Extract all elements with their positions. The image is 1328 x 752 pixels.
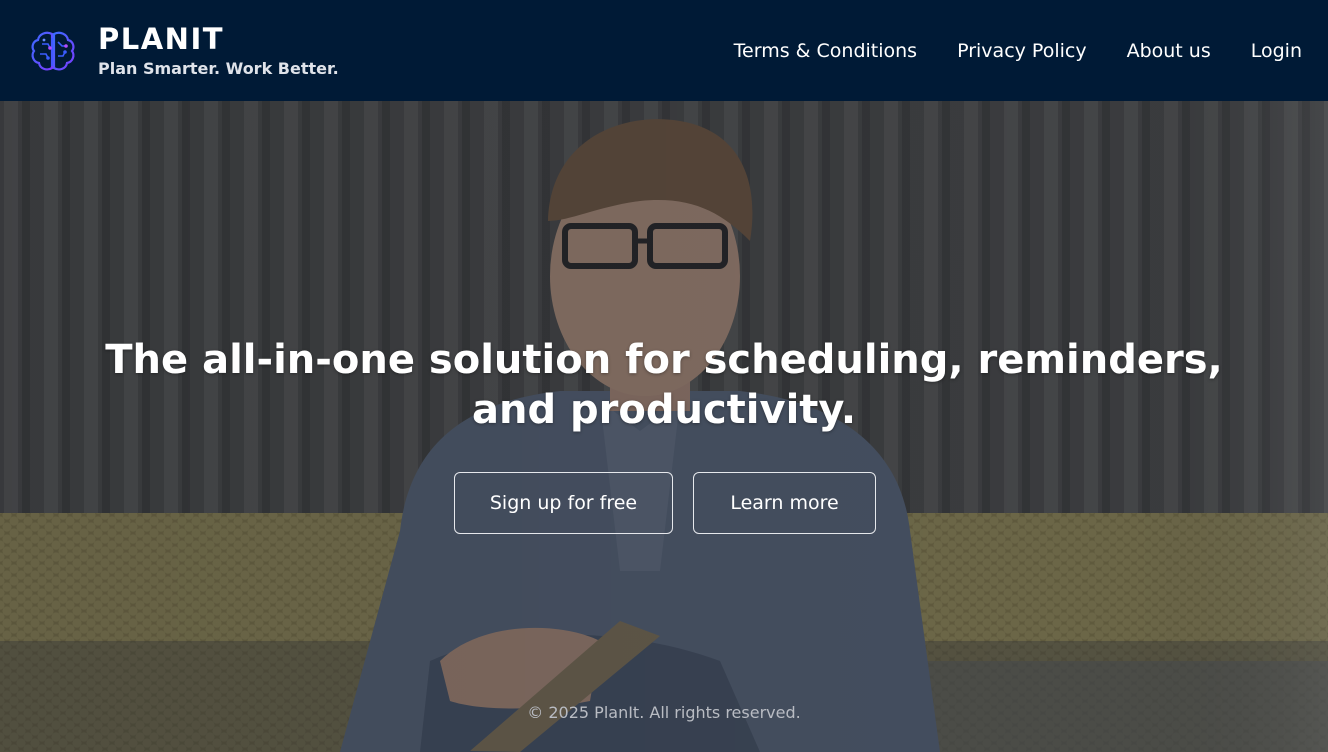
hero-section: The all-in-one solution for scheduling, …	[0, 101, 1328, 752]
nav-login-link[interactable]: Login	[1251, 40, 1302, 62]
hero-headline: The all-in-one solution for scheduling, …	[105, 337, 1223, 433]
nav-privacy-link[interactable]: Privacy Policy	[957, 40, 1086, 62]
main-nav: Terms & Conditions Privacy Policy About …	[734, 40, 1302, 62]
nav-terms-link[interactable]: Terms & Conditions	[734, 40, 917, 62]
hero-cta-group: Sign up for free Learn more	[454, 472, 876, 534]
footer-copyright: © 2025 PlanIt. All rights reserved.	[527, 703, 801, 722]
top-navbar: PLANIT Plan Smarter. Work Better. Terms …	[0, 0, 1328, 101]
signup-button[interactable]: Sign up for free	[454, 472, 673, 534]
brand-name: PLANIT	[98, 21, 225, 56]
brand-tagline: Plan Smarter. Work Better.	[98, 58, 339, 78]
brand[interactable]: PLANIT Plan Smarter. Work Better.	[28, 22, 339, 80]
learn-more-button[interactable]: Learn more	[693, 472, 876, 534]
brand-text: PLANIT Plan Smarter. Work Better.	[98, 22, 339, 80]
nav-about-link[interactable]: About us	[1127, 40, 1211, 62]
brain-circuit-icon	[31, 31, 75, 70]
